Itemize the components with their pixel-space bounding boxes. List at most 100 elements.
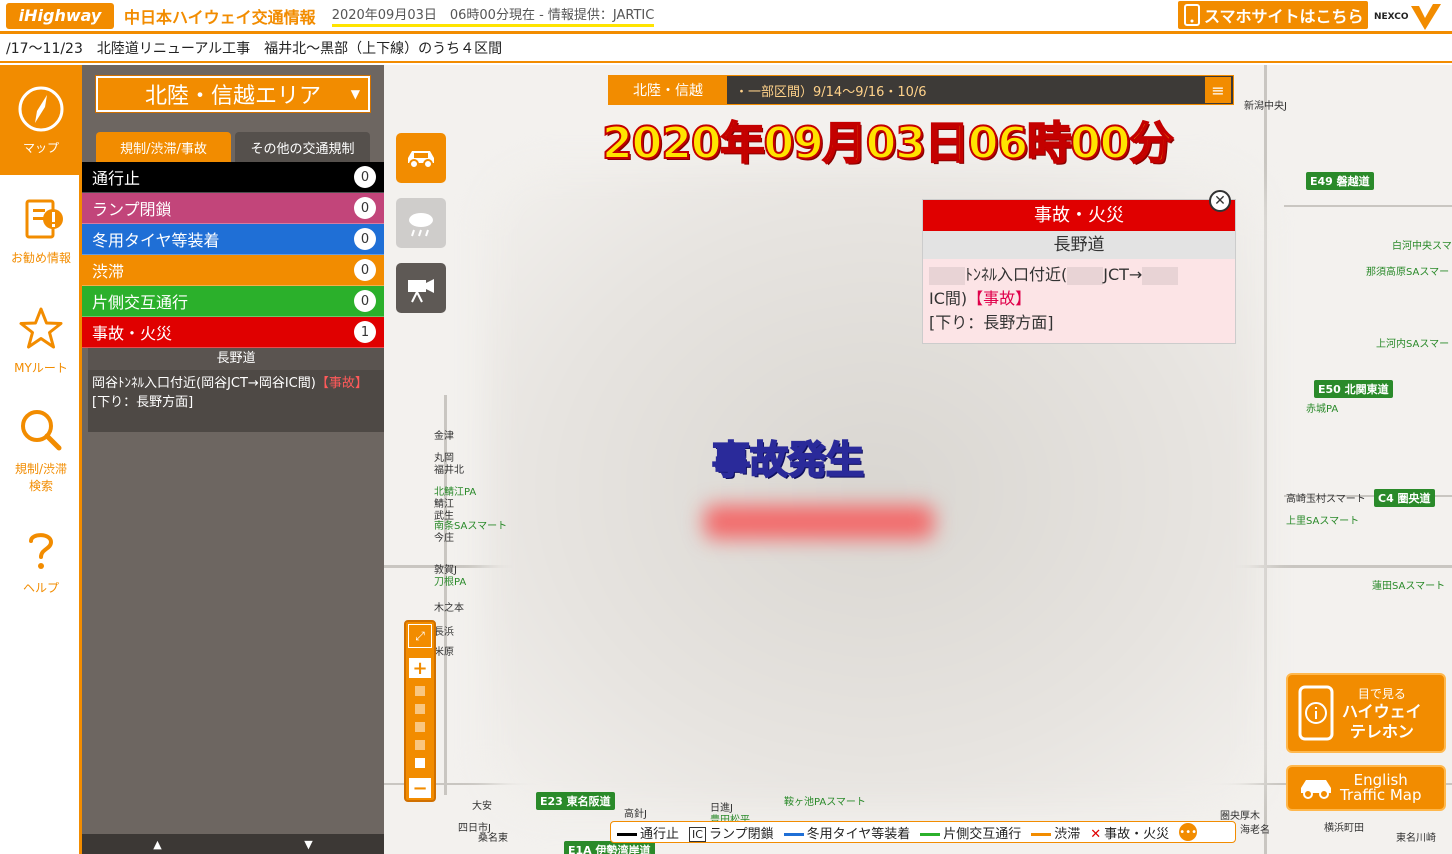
legend-ramp: IC ランプ閉鎖 (689, 823, 774, 842)
map-place-label: 赤城PA (1306, 404, 1339, 415)
incident-direction: [下り：長野方面] (92, 395, 194, 410)
category-count: 0 (354, 290, 376, 312)
phone-info-icon (1298, 685, 1334, 741)
map-place-label: 高針J (624, 809, 647, 820)
region-info-text: ・一部区間）9/14～9/16・10/6 (735, 84, 927, 100)
panel-tabs: 規制/渋滞/事故 その他の交通規制 (96, 132, 370, 162)
help-icon (29, 532, 54, 569)
nav-search-label: 規制/渋滞 検索 (14, 462, 68, 493)
map-place-label: 蓮田SAスマート (1372, 581, 1446, 592)
fit-view-icon[interactable]: ⤢ (408, 624, 432, 648)
tab-other-restrictions[interactable]: その他の交通規制 (235, 132, 370, 162)
smartphone-site-label: スマホサイトはこちら (1204, 7, 1364, 26)
info-icon (25, 199, 63, 238)
nav-map-label: マップ (22, 140, 59, 155)
scroll-up-icon[interactable]: ▲ (153, 838, 161, 851)
legend-congestion: 渋滞 (1031, 823, 1080, 842)
legend-ic-badge: IC (689, 826, 706, 842)
route-label: E50 北関東道 (1314, 380, 1393, 398)
telephone-line1: 目で見る (1357, 686, 1406, 701)
map-place-label: 米原 (434, 647, 454, 658)
route-label: C4 圏央道 (1374, 489, 1435, 507)
scroll-down-icon[interactable]: ▼ (304, 838, 312, 851)
category-count: 0 (354, 197, 376, 219)
search-icon (21, 410, 62, 451)
map-place-label: 刀根PA (434, 577, 467, 588)
redacted-block (929, 266, 965, 285)
zoom-out-button[interactable]: − (409, 778, 431, 799)
english-map-button[interactable]: English Traffic Map (1286, 765, 1446, 811)
ihighway-logo[interactable]: iHighway (6, 2, 114, 29)
category-count: 0 (354, 259, 376, 281)
popup-direction: [下り：長野方面] (929, 313, 1054, 332)
site-title[interactable]: 中日本ハイウェイ交通情報 (124, 4, 316, 28)
zoom-control: ⤢ + − (404, 620, 436, 802)
legend-alternate: 片側交互通行 (920, 823, 1021, 842)
map-place-label: 東名川崎 (1396, 833, 1436, 844)
popup-incident-type: 【事故】 (967, 289, 1032, 308)
zoom-level-step[interactable] (415, 686, 425, 696)
popup-title: 事故・火災 (923, 200, 1235, 231)
zoom-level-step[interactable] (415, 722, 425, 732)
category-congestion[interactable]: 渋滞 0 (82, 255, 384, 286)
camera-layer-button[interactable] (396, 263, 446, 313)
smartphone-site-link[interactable]: スマホサイトはこちら (1178, 1, 1368, 29)
nav-my-route[interactable]: MYルート (0, 285, 82, 395)
nexco-mark-icon (1410, 4, 1441, 30)
ticker-text: /17～11/23 北陸道リニューアル工事 福井北～黒部（上下線）のうち４区間 (6, 41, 503, 57)
nexco-logo[interactable]: NEXCO (1374, 2, 1450, 32)
rain-cloud-icon (409, 213, 433, 237)
video-camera-icon (408, 279, 434, 303)
zoom-level-current[interactable] (415, 758, 425, 768)
zoom-in-button[interactable]: + (409, 658, 431, 679)
category-alternate-traffic[interactable]: 片側交互通行 0 (82, 286, 384, 317)
incident-popup[interactable]: 事故・火災 長野道 ﾄﾝﾈﾙ入口付近(JCT→ IC間)【事故】 [下り：長野方… (922, 190, 1236, 344)
top-header: iHighway 中日本ハイウェイ交通情報 2020年09月03日 06時00分… (0, 0, 1452, 34)
close-icon[interactable]: ✕ (1209, 190, 1231, 212)
legend-winter-label: 冬用タイヤ等装着 (806, 826, 911, 842)
map-place-label: 白河中央スマート (1392, 241, 1452, 252)
highway-telephone-button[interactable]: 目で見る ハイウェイ テレホン (1286, 673, 1446, 753)
category-closure[interactable]: 通行止 0 (82, 162, 384, 193)
category-label: 渋滞 (92, 262, 125, 281)
map-place-label: 大安 (472, 801, 492, 812)
region-info-bar[interactable]: 北陸・信越 ・一部区間）9/14～9/16・10/6 ≡ (608, 75, 1234, 105)
category-ramp-closure[interactable]: ランプ閉鎖 0 (82, 193, 384, 224)
map-place-label: 金津 (434, 431, 454, 442)
more-options-icon[interactable]: ••• (1179, 823, 1198, 841)
map-place-label: 上里SAスマート (1286, 516, 1360, 527)
map-legend: 通行止 IC ランプ閉鎖 冬用タイヤ等装着 片側交互通行 渋滞 ✕ 事故・火災 ••… (610, 821, 1236, 843)
legend-accident: ✕ 事故・火災 (1090, 823, 1169, 842)
traffic-layer-button[interactable] (396, 133, 446, 183)
telephone-line2: ハイウェイ テレホン (1342, 701, 1422, 741)
map-place-label: 福井北 (434, 465, 464, 476)
popup-location-ic: IC間) (929, 289, 968, 308)
nav-search[interactable]: 規制/渋滞 検索 (0, 395, 82, 505)
category-winter-tires[interactable]: 冬用タイヤ等装着 0 (82, 224, 384, 255)
nav-map[interactable]: マップ (0, 65, 82, 175)
region-label: 北陸・信越 (609, 75, 727, 105)
legend-swatch (1031, 832, 1052, 836)
nav-recommended[interactable]: お勧め情報 (0, 175, 82, 285)
category-count: 1 (354, 321, 376, 343)
nav-recommended-label: お勧め情報 (10, 250, 71, 265)
map-road (1264, 65, 1267, 854)
route-label: E49 磐越道 (1306, 172, 1374, 190)
hamburger-menu-icon[interactable]: ≡ (1205, 77, 1231, 103)
category-label: 事故・火災 (92, 324, 173, 343)
traffic-map[interactable]: E49 磐越道 E50 北関東道 C4 圏央道 E23 東名阪道 E1A 伊勢湾… (384, 65, 1452, 854)
zoom-level-step[interactable] (415, 704, 425, 714)
news-ticker[interactable]: /17～11/23 北陸道リニューアル工事 福井北～黒部（上下線）のうち４区間 (0, 37, 1452, 63)
nav-help[interactable]: ヘルプ (0, 505, 82, 615)
legend-accident-label: 事故・火災 (1104, 826, 1170, 842)
category-count: 0 (354, 166, 376, 188)
area-selector[interactable]: 北陸・信越エリア ▼ (96, 76, 370, 112)
map-place-label: 長浜 (434, 627, 454, 638)
tab-restrictions[interactable]: 規制/渋滞/事故 (96, 132, 231, 162)
weather-layer-button[interactable] (396, 198, 446, 248)
category-accident-fire[interactable]: 事故・火災 1 (82, 317, 384, 348)
car-icon (408, 151, 434, 169)
zoom-level-step[interactable] (415, 740, 425, 750)
incident-item[interactable]: 岡谷ﾄﾝﾈﾙ入口付近(岡谷JCT→岡谷IC間)【事故】 [下り：長野方面] (88, 370, 384, 432)
legend-closure: 通行止 (617, 823, 679, 842)
